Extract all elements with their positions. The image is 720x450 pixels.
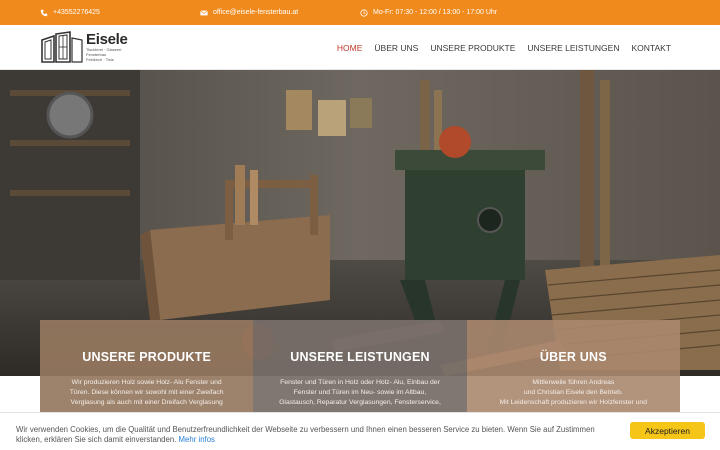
email-info[interactable]: office@eisele-fensterbau.at (200, 0, 298, 25)
site-header: Eisele Tischlerei · Glaserei Fensterbau … (0, 25, 720, 70)
mail-icon (200, 9, 208, 17)
phone-icon (40, 9, 48, 17)
email-address: office@eisele-fensterbau.at (213, 9, 299, 16)
cookie-consent-bar: Wir verwenden Cookies, um die Qualität u… (0, 412, 720, 450)
feature-box-line: Türen. Diese können wir sowohl mit einer… (69, 389, 224, 396)
feature-box-line: Mittlerweile führen Andreas (532, 379, 615, 386)
feature-box-line: Verglasung als auch mit einer Dreifach V… (70, 399, 223, 406)
logo-subline: Feldkirch · Tisis (86, 57, 114, 62)
window-logo-icon (41, 31, 83, 63)
cookie-message: Wir verwenden Cookies, um die Qualität u… (16, 425, 595, 444)
phone-number: +43552276425 (53, 9, 100, 16)
nav-item-ueber-uns[interactable]: ÜBER UNS (374, 43, 418, 53)
cookie-text: Wir verwenden Cookies, um die Qualität u… (16, 425, 606, 445)
accept-cookies-button[interactable]: Akzeptieren (630, 422, 705, 439)
feature-box-line: Fenster und Türen im Neu- sowie im Altba… (293, 389, 427, 396)
opening-hours: Mo-Fr: 07:30 - 12:00 / 13:00 - 17:00 Uhr (360, 0, 497, 25)
feature-box-title: ÜBER UNS (539, 350, 607, 364)
main-navigation: HOME ÜBER UNS UNSERE PRODUKTE UNSERE LEI… (337, 25, 671, 70)
nav-item-unsere-leistungen[interactable]: UNSERE LEISTUNGEN (527, 43, 619, 53)
logo-text: Eisele Tischlerei · Glaserei Fensterbau … (86, 32, 128, 62)
hours-text: Mo-Fr: 07:30 - 12:00 / 13:00 - 17:00 Uhr (373, 9, 498, 16)
feature-box-text: Fenster und Türen in Holz oder Holz- Alu… (253, 378, 466, 408)
cookie-more-info-link[interactable]: Mehr infos (179, 435, 215, 444)
logo-name: Eisele (86, 31, 128, 48)
feature-box-title: UNSERE PRODUKTE (82, 350, 212, 364)
nav-item-unsere-produkte[interactable]: UNSERE PRODUKTE (430, 43, 515, 53)
phone-info[interactable]: +43552276425 (40, 0, 100, 25)
feature-box-line: Wir produzieren Holz sowie Holz- Alu Fen… (71, 379, 222, 386)
feature-box-line: Mit Leidenschaft produzieren wir Holzfen… (499, 399, 647, 406)
feature-box-title: UNSERE LEISTUNGEN (290, 350, 430, 364)
top-info-bar: +43552276425 office@eisele-fensterbau.at… (0, 0, 720, 25)
feature-box-text: Mittlerweile führen Andreas und Christia… (467, 378, 680, 408)
feature-box-line: Fenster und Türen in Holz oder Holz- Alu… (280, 379, 440, 386)
nav-item-kontakt[interactable]: KONTAKT (631, 43, 671, 53)
feature-box-text: Wir produzieren Holz sowie Holz- Alu Fen… (40, 378, 253, 408)
logo[interactable]: Eisele Tischlerei · Glaserei Fensterbau … (40, 29, 130, 65)
clock-icon (360, 8, 368, 17)
feature-box-line: und Christian Eisele den Betrieb. (523, 389, 623, 396)
feature-box-line: Glastausch, Reparatur Verglasungen, Fens… (279, 399, 441, 406)
nav-item-home[interactable]: HOME (337, 43, 363, 53)
